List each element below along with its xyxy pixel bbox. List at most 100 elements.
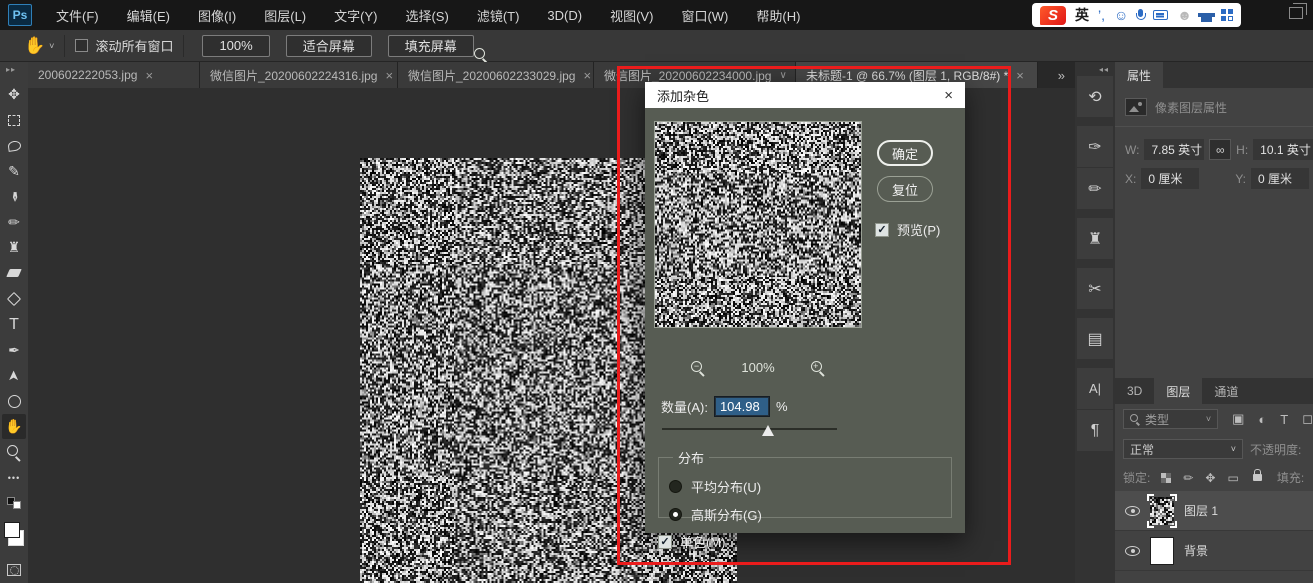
paragraph-panel-button[interactable]: ¶ [1077,410,1113,451]
tool-presets-panel-button[interactable]: ✂ [1077,268,1113,309]
blend-mode-select[interactable]: 正常 ˅ [1123,439,1243,459]
slider-track[interactable] [662,428,837,430]
dialog-close-icon[interactable]: × [944,87,953,104]
layer-row-selected[interactable]: 图层 1 [1115,491,1313,531]
eraser-tool[interactable] [2,261,26,287]
clone-source-panel-button[interactable]: ♜ [1077,218,1113,259]
paint-bucket-tool[interactable] [2,286,26,312]
tab-close-icon[interactable]: × [1016,68,1024,83]
fit-screen-button[interactable]: 适合屏幕 [286,35,372,57]
filter-pixel-icon[interactable]: ▣ [1232,411,1244,427]
layer-thumbnail[interactable] [1150,497,1174,525]
tab-close-icon[interactable]: × [145,68,153,83]
menu-edit[interactable]: 编辑(E) [113,0,184,30]
lock-pixels-icon[interactable]: ✏ [1183,471,1193,485]
more-tools-button[interactable]: ••• [2,465,26,491]
menu-select[interactable]: 选择(S) [391,0,462,30]
lock-artboard-icon[interactable]: ▭ [1227,471,1238,485]
scroll-all-windows-checkbox[interactable] [75,39,88,52]
type-tool[interactable]: T [2,312,26,338]
slider-thumb[interactable] [762,425,774,436]
panel-collapse-icon[interactable]: ◂◂ [1075,62,1115,76]
menu-3d[interactable]: 3D(D) [533,0,596,30]
tab-properties[interactable]: 属性 [1115,62,1163,88]
character-panel-button[interactable]: A| [1077,368,1113,409]
layer-thumbnail[interactable] [1150,537,1174,565]
zoom-100-button[interactable]: 100% [202,35,269,57]
tab-3d[interactable]: 3D [1115,378,1154,404]
move-tool[interactable]: ✥ [2,82,26,108]
reset-button[interactable]: 复位 [877,176,933,202]
zoom-in-icon[interactable]: + [811,361,825,375]
tool-preset-chevron-icon[interactable]: ˅ [49,41,54,51]
search-icon[interactable] [474,48,488,62]
microphone-icon[interactable] [1137,9,1144,22]
zoom-tool[interactable] [2,439,26,465]
foreground-background-swatches[interactable] [4,522,24,546]
tab-channels[interactable]: 通道 [1202,378,1250,404]
menu-image[interactable]: 图像(I) [184,0,250,30]
libraries-panel-button[interactable]: ▤ [1077,318,1113,359]
menu-type[interactable]: 文字(Y) [320,0,391,30]
quick-mask-button[interactable] [2,558,26,583]
height-field[interactable]: 10.1 英寸 [1253,139,1313,160]
ime-language-toggle[interactable]: 英 [1075,5,1089,25]
visibility-eye-icon[interactable] [1125,506,1140,516]
fill-screen-button[interactable]: 填充屏幕 [388,35,474,57]
lock-position-icon[interactable]: ✥ [1205,471,1215,485]
eyedropper-tool[interactable]: ✒ [1,185,27,209]
layer-filter-field[interactable]: 类型 ˅ [1123,409,1218,429]
hand-tool[interactable]: ✋ [2,414,26,440]
account-icon[interactable]: ☻ [1177,8,1192,22]
document-tab[interactable]: 200602222053.jpg × [28,62,200,88]
width-field[interactable]: 7.85 英寸 [1144,139,1204,160]
filter-shape-icon[interactable]: ◻ [1302,411,1313,427]
gaussian-radio[interactable] [669,508,682,521]
pen-tool[interactable]: ✒ [2,337,26,363]
menu-layer[interactable]: 图层(L) [250,0,320,30]
tab-close-icon[interactable]: × [385,68,393,83]
brushes-panel-button[interactable]: ✏ [1077,168,1113,209]
clone-stamp-tool[interactable]: ♜ [2,235,26,261]
brush-settings-panel-button[interactable]: ✑ [1077,126,1113,167]
lock-transparency-icon[interactable] [1161,473,1171,483]
tab-close-icon[interactable]: × [583,68,591,83]
layer-row[interactable]: 背景 [1115,531,1313,571]
quick-selection-tool[interactable]: ✎ [2,159,26,185]
tab-chevron-icon[interactable]: ∨ [779,70,786,81]
filter-type-icon[interactable]: T [1280,412,1288,427]
lasso-tool[interactable] [2,133,26,159]
layer-name[interactable]: 背景 [1184,542,1208,559]
sogou-logo-icon[interactable]: S [1040,6,1066,25]
emoji-icon[interactable]: ☺ [1114,8,1128,22]
brush-tool[interactable]: ✏ [2,210,26,236]
foreground-color-swatch[interactable] [4,522,20,538]
preview-checkbox[interactable]: ✓ [875,223,889,237]
keyboard-icon[interactable] [1153,10,1168,20]
x-field[interactable]: 0 厘米 [1141,168,1199,189]
menu-window[interactable]: 窗口(W) [667,0,742,30]
menu-file[interactable]: 文件(F) [42,0,113,30]
document-tab[interactable]: 微信图片_20200602233029.jpg × [398,62,594,88]
y-field[interactable]: 0 厘米 [1251,168,1309,189]
menu-help[interactable]: 帮助(H) [742,0,814,30]
ime-menu-grid-icon[interactable] [1221,9,1233,21]
history-panel-button[interactable]: ⟲ [1077,76,1113,117]
layer-name[interactable]: 图层 1 [1184,502,1218,519]
visibility-eye-icon[interactable] [1125,546,1140,556]
ok-button[interactable]: 确定 [877,140,933,166]
ime-punctuation-toggle[interactable]: ’, [1098,8,1105,22]
toolbar-collapse-icon[interactable]: ▸▸ [6,65,16,74]
window-restore-icon[interactable] [1289,7,1303,19]
amount-input[interactable]: 104.98 [714,396,770,417]
tab-overflow-icon[interactable]: » [1048,68,1075,83]
amount-slider[interactable] [662,424,837,438]
monochromatic-checkbox[interactable]: ✓ [658,535,672,549]
zoom-out-icon[interactable]: − [691,361,705,375]
noise-preview[interactable] [654,121,862,328]
menu-view[interactable]: 视图(V) [596,0,667,30]
document-tab[interactable]: 微信图片_20200602224316.jpg × [200,62,398,88]
dialog-title-bar[interactable]: 添加杂色 × [645,82,965,108]
uniform-radio[interactable] [669,480,682,493]
marquee-tool[interactable] [2,108,26,134]
